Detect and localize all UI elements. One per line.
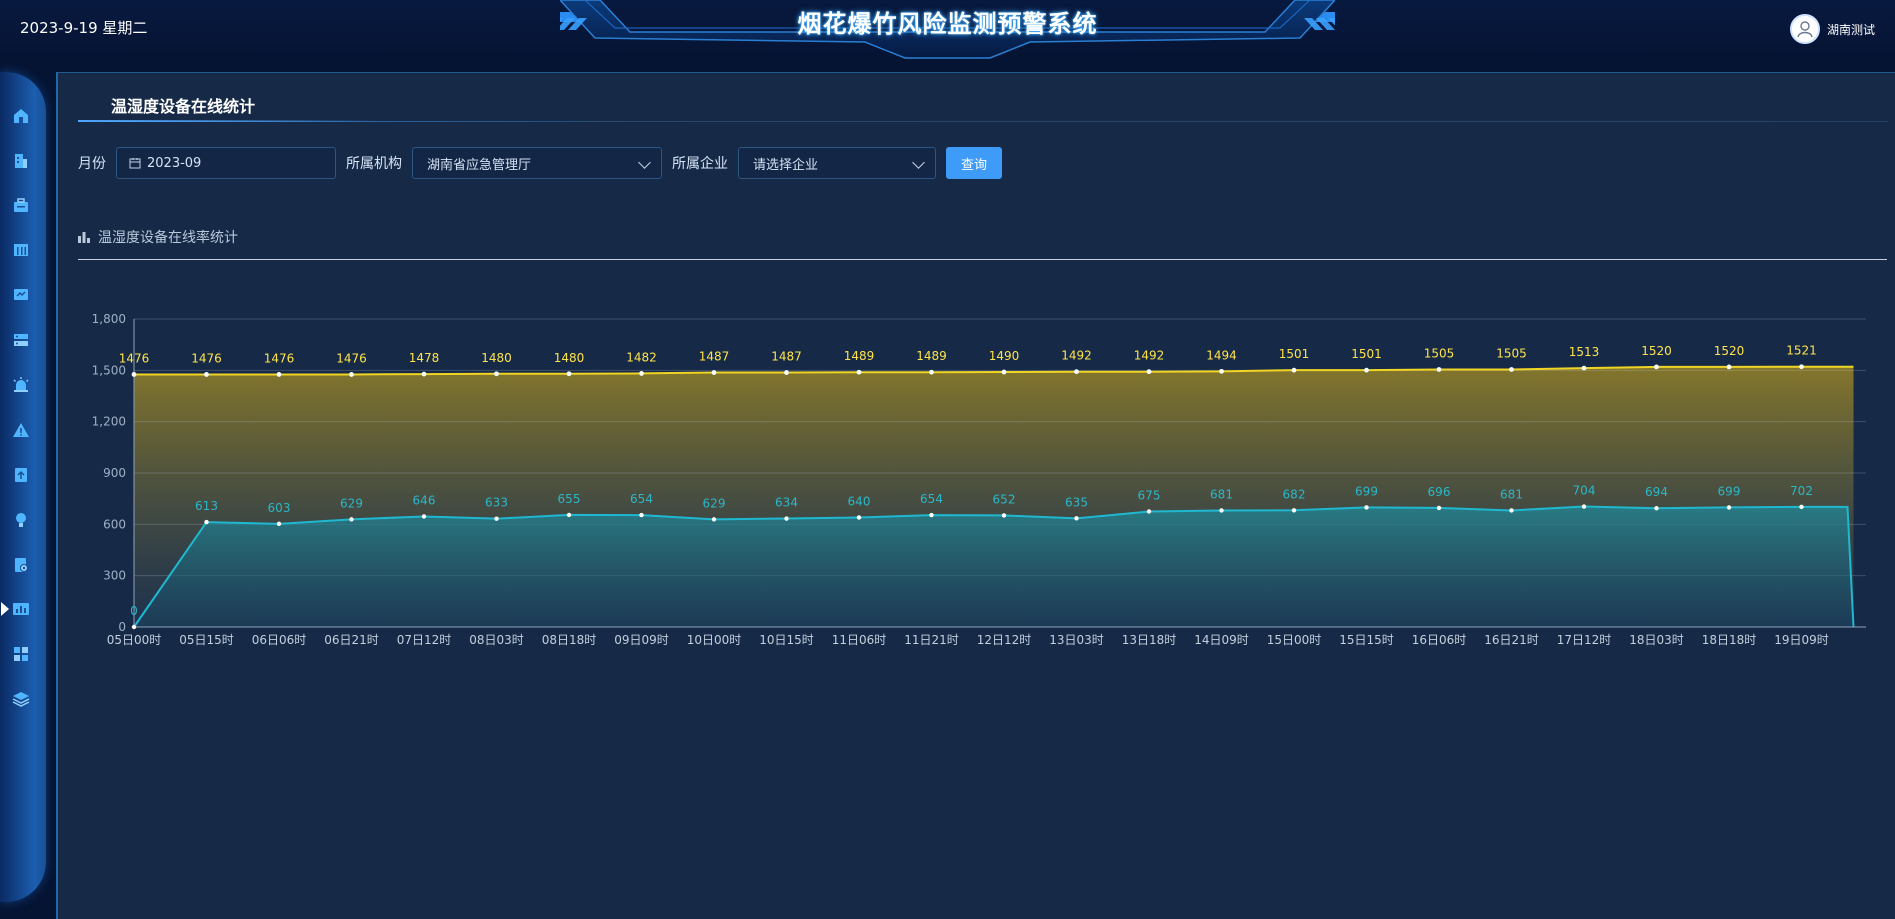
server-icon[interactable] xyxy=(11,330,31,350)
main-panel: 温湿度设备在线统计 月份 2023-09 所属机构 湖南省应急管理厅 所属企业 … xyxy=(56,72,1895,919)
chart-section-header: 温湿度设备在线率统计 xyxy=(78,227,238,247)
home-icon[interactable] xyxy=(11,106,31,126)
page-title: 烟花爆竹风险监测预警系统 xyxy=(797,10,1098,38)
user-menu[interactable]: 湖南测试 xyxy=(1789,14,1875,44)
query-button[interactable]: 查询 xyxy=(946,147,1002,179)
bar-chart-icon xyxy=(78,231,90,243)
enterprise-placeholder[interactable]: 请选择企业 xyxy=(753,154,818,173)
enterprise-select[interactable]: 请选择企业 xyxy=(738,147,936,179)
layers-icon[interactable] xyxy=(11,689,31,709)
org-select[interactable]: 湖南省应急管理厅 xyxy=(412,147,662,179)
month-picker[interactable]: 2023-09 xyxy=(116,147,336,179)
org-value[interactable]: 湖南省应急管理厅 xyxy=(427,154,531,173)
calendar-icon xyxy=(129,158,141,169)
user-name[interactable]: 湖南测试 xyxy=(1827,21,1875,38)
chevron-down-icon xyxy=(638,156,651,169)
org-label: 所属机构 xyxy=(346,156,402,172)
panel-title-highlight xyxy=(78,120,378,122)
sidebar xyxy=(0,72,46,902)
active-indicator-arrow xyxy=(1,602,9,616)
chart-section-title: 温湿度设备在线率统计 xyxy=(98,230,238,246)
alarm-light-icon[interactable] xyxy=(11,375,31,395)
warning-triangle-icon[interactable] xyxy=(11,420,31,440)
panel-title: 温湿度设备在线统计 xyxy=(111,97,256,116)
building-icon[interactable] xyxy=(11,151,31,171)
apps-icon[interactable] xyxy=(11,644,31,664)
chevron-down-icon xyxy=(912,156,925,169)
grid-table-icon[interactable] xyxy=(11,240,31,260)
enterprise-label: 所属企业 xyxy=(672,156,728,172)
chart-section-divider xyxy=(78,259,1887,260)
document-settings-icon[interactable] xyxy=(11,555,31,575)
bar-chart-icon[interactable] xyxy=(11,599,31,619)
document-upload-icon[interactable] xyxy=(11,465,31,485)
top-bar: 2023-9-19 星期二 烟花爆竹风险监测预警系统 湖南测试 xyxy=(0,0,1895,60)
monitor-screen-icon[interactable] xyxy=(11,285,31,305)
month-label: 月份 xyxy=(78,156,106,172)
avatar[interactable] xyxy=(1789,14,1820,44)
filter-bar: 月份 2023-09 所属机构 湖南省应急管理厅 所属企业 请选择企业 查询 xyxy=(78,147,1002,179)
briefcase-icon[interactable] xyxy=(11,196,31,216)
user-avatar-icon xyxy=(1797,21,1813,38)
month-value[interactable]: 2023-09 xyxy=(147,156,201,171)
lightbulb-icon[interactable] xyxy=(11,510,31,530)
